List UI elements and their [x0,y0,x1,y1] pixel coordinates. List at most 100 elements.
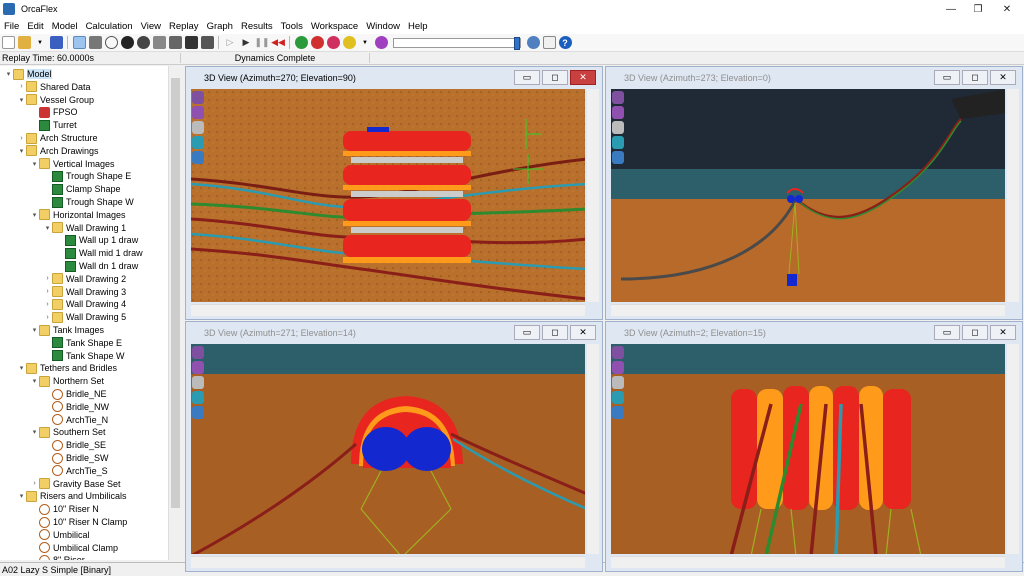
tree-item[interactable]: Tank Shape E [43,337,122,349]
save-icon[interactable] [49,36,63,49]
replay-speed-icon[interactable] [374,36,388,49]
rotate-z-icon[interactable] [612,106,624,119]
view-maximize-button[interactable]: ◻ [542,325,568,340]
tree-item[interactable]: 10" Riser N [30,503,99,515]
zoom-icon[interactable] [192,121,204,134]
pause-icon[interactable]: ❚❚ [254,36,269,49]
expand-toggle-icon[interactable]: › [43,275,52,282]
mode-icon[interactable] [192,391,204,404]
menu-tools[interactable]: Tools [277,21,307,32]
tree-item[interactable]: Wall mid 1 draw [56,247,143,259]
tree-item[interactable]: › Shared Data [17,81,91,93]
view-minimize-button[interactable]: ▭ [514,325,540,340]
view-eye-icon[interactable] [612,406,624,419]
zoom-icon[interactable] [192,376,204,389]
expand-toggle-icon[interactable]: ▾ [43,224,52,232]
menu-workspace[interactable]: Workspace [307,21,362,32]
tree-item[interactable]: Bridle_SE [43,439,106,451]
tree-scroll-thumb[interactable] [171,78,180,508]
tree-item[interactable]: Umbilical Clamp [30,542,118,554]
expand-toggle-icon[interactable]: ▾ [30,428,39,436]
zoom-icon[interactable] [612,121,624,134]
view-canvas[interactable] [611,89,1005,302]
close-button[interactable]: ✕ [992,0,1022,18]
menu-replay[interactable]: Replay [165,21,203,32]
expand-toggle-icon[interactable]: ▾ [17,147,26,155]
tree-item[interactable]: Tank Shape W [43,350,125,362]
minimize-button[interactable]: — [936,0,966,18]
tree-item[interactable]: Bridle_SW [43,452,109,464]
tree-item[interactable]: ▾ Northern Set [30,375,104,387]
3d-view-top[interactable]: 3D View (Azimuth=270; Elevation=90) ▭ ◻ … [185,66,603,320]
expand-toggle-icon[interactable]: › [17,135,26,142]
graph-icon[interactable] [542,36,556,49]
expand-toggle-icon[interactable]: ▾ [30,160,39,168]
3d-view-perspective[interactable]: 3D View (Azimuth=2; Elevation=15) ▭ ◻ ✕ [605,321,1023,572]
view-maximize-button[interactable]: ◻ [962,325,988,340]
select-tool-icon[interactable] [72,36,86,49]
constraint-icon[interactable] [200,36,214,49]
menu-file[interactable]: File [0,21,23,32]
replay-step-icon[interactable] [342,36,356,49]
tree-item[interactable]: ▾ Vessel Group [17,94,94,106]
expand-toggle-icon[interactable]: › [43,314,52,321]
expand-toggle-icon[interactable]: ▾ [17,96,26,104]
replay-slider[interactable] [393,36,521,50]
view-close-button[interactable]: ✕ [990,325,1016,340]
tree-item[interactable]: Turret [30,119,77,131]
mode-icon[interactable] [612,391,624,404]
view-eye-icon[interactable] [192,406,204,419]
expand-toggle-icon[interactable]: ▾ [17,492,26,500]
tree-item[interactable]: FPSO [30,106,78,118]
menu-model[interactable]: Model [48,21,82,32]
tree-item[interactable]: ▾ Arch Drawings [17,145,99,157]
buoy6d-icon[interactable] [120,36,134,49]
rotate-icon[interactable] [192,91,204,104]
tree-item[interactable]: 8" Riser [30,554,85,560]
view-eye-icon[interactable] [612,151,624,164]
expand-toggle-icon[interactable]: › [30,480,39,487]
menu-edit[interactable]: Edit [23,21,47,32]
tree-item[interactable]: Bridle_NW [43,401,109,413]
tree-item[interactable]: ▾ Wall Drawing 1 [43,222,126,234]
view-minimize-button[interactable]: ▭ [934,70,960,85]
expand-toggle-icon[interactable]: › [43,288,52,295]
replay-play-icon[interactable] [326,36,340,49]
view-h-scrollbar[interactable] [611,556,1005,568]
replay-start-icon[interactable] [294,36,308,49]
tree-item[interactable]: › Wall Drawing 3 [43,286,126,298]
view-minimize-button[interactable]: ▭ [934,325,960,340]
maximize-button[interactable]: ❐ [963,0,993,18]
rotate-z-icon[interactable] [612,361,624,374]
mode-icon[interactable] [612,136,624,149]
shape-icon[interactable] [184,36,198,49]
reset-icon[interactable]: ◀◀ [271,36,285,49]
tree-item[interactable]: › Wall Drawing 5 [43,311,126,323]
expand-toggle-icon[interactable]: ▾ [17,364,26,372]
rotate-icon[interactable] [192,346,204,359]
tree-item[interactable]: ▾ Vertical Images [30,158,115,170]
expand-toggle-icon[interactable]: › [43,301,52,308]
buoy3d-icon[interactable] [136,36,150,49]
view-canvas[interactable] [191,89,585,302]
tree-item[interactable]: › Arch Structure [17,132,98,144]
dropdown-arrow-icon[interactable]: ▼ [34,36,47,49]
vessel-tool-icon[interactable] [88,36,102,49]
rotate-icon[interactable] [612,346,624,359]
open-file-icon[interactable] [17,36,31,49]
view-v-scrollbar[interactable] [1007,89,1019,302]
3d-view-side[interactable]: 3D View (Azimuth=273; Elevation=0) ▭ ◻ ✕ [605,66,1023,320]
expand-toggle-icon[interactable]: › [17,83,26,90]
mode-icon[interactable] [192,136,204,149]
zoom-icon[interactable] [612,376,624,389]
run-icon[interactable]: ▶ [240,36,253,49]
menu-help[interactable]: Help [404,21,432,32]
expand-toggle-icon[interactable]: ▾ [4,70,13,78]
rotate-z-icon[interactable] [192,361,204,374]
view-h-scrollbar[interactable] [611,304,1005,316]
tree-item[interactable]: Wall dn 1 draw [56,260,138,272]
expand-toggle-icon[interactable]: ▾ [30,326,39,334]
view-v-scrollbar[interactable] [1007,344,1019,554]
rotate-z-icon[interactable] [192,106,204,119]
tree-item[interactable]: ArchTie_S [43,465,108,477]
